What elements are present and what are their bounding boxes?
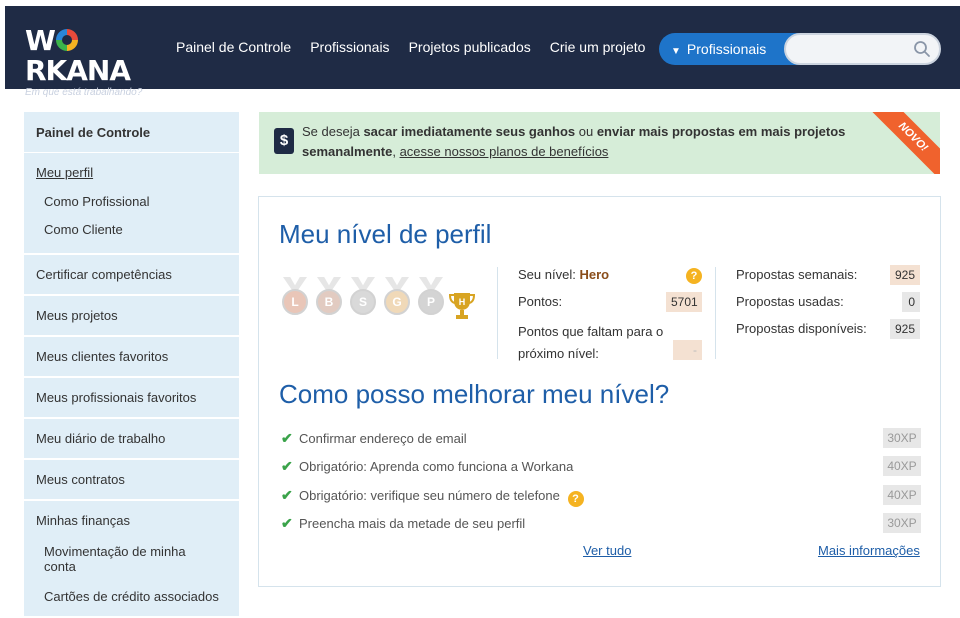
- sidebar-subitem-como-cliente[interactable]: Como Cliente: [24, 216, 239, 253]
- sidebar-title: Painel de Controle: [24, 112, 239, 153]
- sidebar-item-meu-perfil[interactable]: Meu perfil: [24, 153, 239, 188]
- badge-letter: B: [316, 289, 342, 315]
- sidebar-item-label: Certificar competências: [36, 267, 172, 282]
- checkmark-icon: ✔: [281, 515, 293, 531]
- task-xp-badge: 30XP: [883, 513, 921, 533]
- search-bar: ▼ Profissionais: [659, 33, 941, 65]
- task-learn-workana[interactable]: ✔ Obrigatório: Aprenda como funciona a Wo…: [281, 456, 921, 478]
- search-type-label: Profissionais: [686, 41, 767, 57]
- task-label: Obrigatório: Aprenda como funciona a Wor…: [299, 459, 574, 474]
- new-ribbon: NOVO!: [866, 112, 940, 174]
- sidebar-item-certificar[interactable]: Certificar competências: [24, 255, 239, 296]
- proposal-stats: Propostas semanais: 925 Propostas usadas…: [715, 265, 925, 359]
- logo-o-icon: [55, 29, 78, 51]
- workana-logo[interactable]: WRKANA Em que está trabalhando?: [25, 24, 165, 99]
- banner-text-3: ,: [392, 144, 400, 159]
- sidebar-item-meus-projetos[interactable]: Meus projetos: [24, 296, 239, 337]
- caret-down-icon: ▼: [671, 46, 681, 57]
- level-stats: Seu nível: Hero ? Pontos: 5701 Pontos qu…: [497, 267, 704, 361]
- badge-letter: G: [384, 289, 410, 315]
- banner-text: Se deseja sacar imediatamente seus ganho…: [302, 122, 862, 162]
- profile-level-card: Meu nível de perfil L B S G P H Seu níve…: [258, 196, 941, 587]
- badge-letter: P: [418, 289, 444, 315]
- task-verify-phone[interactable]: ✔ Obrigatório: verifique seu número de te…: [281, 485, 921, 507]
- banner-bold-1: sacar imediatamente seus ganhos: [363, 124, 576, 139]
- points-value: 5701: [666, 292, 702, 312]
- points-label: Pontos:: [518, 294, 563, 309]
- trophy-icon: H: [449, 293, 475, 319]
- remaining-points-label: Pontos que faltam para o próximo nível:: [518, 324, 664, 361]
- sidebar-item-label: Meus clientes favoritos: [36, 349, 169, 364]
- sidebar-item-label: Meu diário de trabalho: [36, 431, 166, 446]
- benefits-plans-link[interactable]: acesse nossos planos de benefícios: [400, 144, 609, 159]
- nav-profissionais[interactable]: Profissionais: [310, 39, 389, 55]
- weekly-proposals-label: Propostas semanais:: [736, 267, 858, 282]
- nav-crie-um-projeto[interactable]: Crie um projeto: [550, 39, 646, 55]
- main-nav: Painel de Controle Profissionais Projeto…: [176, 39, 664, 55]
- promo-banner: $ Se deseja sacar imediatamente seus gan…: [259, 112, 940, 174]
- search-icon[interactable]: [913, 40, 931, 58]
- sidebar-item-minhas-financas[interactable]: Minhas finanças: [24, 501, 239, 536]
- trophy-letter: H: [459, 297, 466, 307]
- task-xp-badge: 40XP: [883, 485, 921, 505]
- sidebar: Painel de Controle Meu perfil Como Profi…: [24, 112, 239, 618]
- remaining-points-value: -: [673, 340, 702, 360]
- see-all-link[interactable]: Ver tudo: [583, 543, 631, 558]
- search-type-dropdown[interactable]: ▼ Profissionais: [659, 33, 799, 65]
- logo-tagline: Em que está trabalhando?: [25, 87, 143, 98]
- used-proposals-label: Propostas usadas:: [736, 294, 844, 309]
- badge-s-icon: S: [347, 277, 379, 325]
- checkmark-icon: ✔: [281, 430, 293, 446]
- badge-p-icon: P: [415, 277, 447, 325]
- checkmark-icon: ✔: [281, 487, 293, 503]
- level-badges: L B S G P H: [279, 277, 479, 327]
- task-label: Preencha mais da metade de seu perfil: [299, 516, 526, 531]
- banner-text-1: Se deseja: [302, 124, 364, 139]
- profile-level-title: Meu nível de perfil: [279, 219, 492, 249]
- level-label: Seu nível: Hero: [518, 267, 610, 282]
- task-label: Obrigatório: verifique seu número de tel…: [299, 488, 560, 503]
- sidebar-item-label: Meus profissionais favoritos: [36, 390, 197, 405]
- sidebar-section-financas: Minhas finanças Movimentação de minha co…: [24, 501, 239, 618]
- improve-level-title: Como posso melhorar meu nível?: [279, 379, 670, 409]
- used-proposals-value: 0: [902, 292, 920, 312]
- level-help-icon[interactable]: ?: [686, 268, 702, 284]
- sidebar-subitem-movimentacao[interactable]: Movimentação de minha conta: [24, 536, 239, 581]
- task-xp-badge: 40XP: [883, 456, 921, 476]
- task-xp-badge: 30XP: [883, 428, 921, 448]
- sidebar-section-profile: Painel de Controle Meu perfil Como Profi…: [24, 112, 239, 255]
- sidebar-item-contratos[interactable]: Meus contratos: [24, 460, 239, 501]
- nav-projetos-publicados[interactable]: Projetos publicados: [409, 39, 531, 55]
- badge-g-icon: G: [381, 277, 413, 325]
- logo-text-right: RKANA: [25, 54, 131, 87]
- sidebar-subitem-como-profissional[interactable]: Como Profissional: [24, 188, 239, 216]
- badge-letter: L: [282, 289, 308, 315]
- dollar-icon: $: [274, 128, 294, 154]
- badge-letter: S: [350, 289, 376, 315]
- badge-l-icon: L: [279, 277, 311, 325]
- available-proposals-label: Propostas disponíveis:: [736, 321, 867, 336]
- more-info-link[interactable]: Mais informações: [818, 543, 920, 558]
- header: WRKANA Em que está trabalhando? Painel d…: [0, 0, 960, 99]
- sidebar-item-clientes-favoritos[interactable]: Meus clientes favoritos: [24, 337, 239, 378]
- available-proposals-value: 925: [890, 319, 920, 339]
- sidebar-item-profissionais-favoritos[interactable]: Meus profissionais favoritos: [24, 378, 239, 419]
- weekly-proposals-value: 925: [890, 265, 920, 285]
- badge-b-icon: B: [313, 277, 345, 325]
- phone-help-icon[interactable]: ?: [567, 491, 584, 507]
- nav-painel-de-controle[interactable]: Painel de Controle: [176, 39, 291, 55]
- task-confirm-email[interactable]: ✔ Confirmar endereço de email 30XP: [281, 428, 921, 450]
- sidebar-item-label: Meus projetos: [36, 308, 118, 323]
- banner-text-2: ou: [575, 124, 597, 139]
- checkmark-icon: ✔: [281, 458, 293, 474]
- task-fill-profile[interactable]: ✔ Preencha mais da metade de seu perfil 3…: [281, 513, 921, 535]
- sidebar-subitem-cartoes[interactable]: Cartões de crédito associados: [24, 581, 239, 616]
- level-value: Hero: [579, 267, 610, 282]
- task-label: Confirmar endereço de email: [299, 431, 467, 446]
- logo-text-left: W: [25, 24, 56, 57]
- sidebar-item-label: Meus contratos: [36, 472, 125, 487]
- sidebar-item-diario[interactable]: Meu diário de trabalho: [24, 419, 239, 460]
